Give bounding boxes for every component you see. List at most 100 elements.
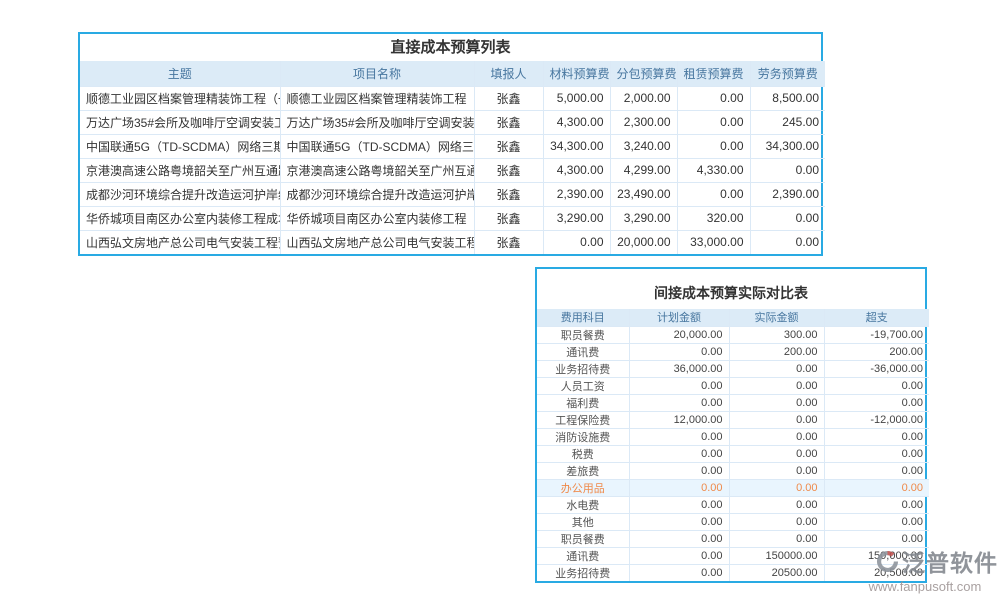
project-link[interactable]: 成都沙河环境综合提升改造运河护岸维修改造 — [280, 182, 474, 206]
subcontract-budget-amount: 23,490.00 — [610, 182, 677, 206]
expense-account-label: 工程保险费 — [537, 411, 629, 428]
lease-budget-amount: 33,000.00 — [677, 230, 750, 254]
subject-link[interactable]: 京港澳高速公路粤境韶关至广州互通路面改造... — [80, 158, 280, 182]
subject-link[interactable]: 万达广场35#会所及咖啡厅空调安装工程工程... — [80, 110, 280, 134]
project-link[interactable]: 京港澳高速公路粤境韶关至广州互通路面改造... — [280, 158, 474, 182]
direct-column-header: 分包预算费 — [610, 61, 677, 86]
indirect-table-header-row: 费用科目计划金额实际金额超支 — [537, 309, 929, 326]
planned-amount: 12,000.00 — [629, 411, 729, 428]
direct-column-header: 租赁预算费 — [677, 61, 750, 86]
subject-link[interactable]: 成都沙河环境综合提升改造运河护岸维修改造... — [80, 182, 280, 206]
expense-account-label: 人员工资 — [537, 377, 629, 394]
planned-amount: 0.00 — [629, 530, 729, 547]
expense-account-label: 通讯费 — [537, 547, 629, 564]
indirect-table-row: 水电费0.000.000.00 — [537, 496, 929, 513]
direct-table-row: 京港澳高速公路粤境韶关至广州互通路面改造...京港澳高速公路粤境韶关至广州互通路… — [80, 158, 825, 182]
reporter-link[interactable]: 张鑫 — [474, 110, 543, 134]
project-link[interactable]: 中国联通5G（TD-SCDMA）网络三期四川工程 — [280, 134, 474, 158]
lease-budget-amount: 0.00 — [677, 182, 750, 206]
actual-amount-link[interactable]: 0.00 — [729, 377, 824, 394]
actual-amount-link[interactable]: 0.00 — [729, 479, 824, 496]
planned-amount: 0.00 — [629, 445, 729, 462]
direct-column-header: 材料预算费 — [543, 61, 610, 86]
indirect-column-header: 实际金额 — [729, 309, 824, 326]
indirect-table-row: 通讯费0.00200.00200.00 — [537, 343, 929, 360]
material-budget-amount: 4,300.00 — [543, 158, 610, 182]
material-budget-amount: 0.00 — [543, 230, 610, 254]
reporter-link[interactable]: 张鑫 — [474, 158, 543, 182]
indirect-table-row: 差旅费0.000.000.00 — [537, 462, 929, 479]
expense-account-label: 职员餐费 — [537, 530, 629, 547]
project-link[interactable]: 山西弘文房地产总公司电气安装工程 — [280, 230, 474, 254]
expense-account-label: 税费 — [537, 445, 629, 462]
overspend-amount: 0.00 — [824, 462, 929, 479]
indirect-table-row: 人员工资0.000.000.00 — [537, 377, 929, 394]
direct-table-header-row: 主题项目名称填报人材料预算费分包预算费租赁预算费劳务预算费 — [80, 61, 825, 86]
reporter-link[interactable]: 张鑫 — [474, 230, 543, 254]
actual-amount-link[interactable]: 200.00 — [729, 343, 824, 360]
subject-link[interactable]: 顺德工业园区档案管理精装饰工程（一标段）... — [80, 86, 280, 110]
overspend-amount: -36,000.00 — [824, 360, 929, 377]
lease-budget-amount: 0.00 — [677, 86, 750, 110]
expense-account-label: 通讯费 — [537, 343, 629, 360]
fanpu-url-text: www.fanpusoft.com — [852, 579, 998, 594]
actual-amount-link[interactable]: 0.00 — [729, 360, 824, 377]
fanpu-logo-icon — [876, 550, 899, 573]
lease-budget-amount: 0.00 — [677, 134, 750, 158]
material-budget-amount: 4,300.00 — [543, 110, 610, 134]
overspend-amount: 0.00 — [824, 394, 929, 411]
project-link[interactable]: 万达广场35#会所及咖啡厅空调安装工程 — [280, 110, 474, 134]
actual-amount-link[interactable]: 0.00 — [729, 462, 824, 479]
planned-amount: 0.00 — [629, 496, 729, 513]
actual-amount-link[interactable]: 20500.00 — [729, 564, 824, 581]
indirect-column-header: 超支 — [824, 309, 929, 326]
reporter-link[interactable]: 张鑫 — [474, 182, 543, 206]
reporter-link[interactable]: 张鑫 — [474, 206, 543, 230]
actual-amount-link[interactable]: 0.00 — [729, 394, 824, 411]
subcontract-budget-amount: 4,299.00 — [610, 158, 677, 182]
overspend-amount: 0.00 — [824, 496, 929, 513]
direct-table-row: 万达广场35#会所及咖啡厅空调安装工程工程...万达广场35#会所及咖啡厅空调安… — [80, 110, 825, 134]
expense-account-label: 水电费 — [537, 496, 629, 513]
overspend-amount: 0.00 — [824, 445, 929, 462]
reporter-link[interactable]: 张鑫 — [474, 86, 543, 110]
actual-amount-link[interactable]: 0.00 — [729, 513, 824, 530]
subject-link[interactable]: 华侨城项目南区办公室内装修工程成本预算 — [80, 206, 280, 230]
indirect-table-row: 办公用品0.000.000.00 — [537, 479, 929, 496]
planned-amount: 0.00 — [629, 479, 729, 496]
project-link[interactable]: 华侨城项目南区办公室内装修工程 — [280, 206, 474, 230]
direct-column-header: 项目名称 — [280, 61, 474, 86]
subject-link[interactable]: 中国联通5G（TD-SCDMA）网络三期四川工... — [80, 134, 280, 158]
direct-column-header: 劳务预算费 — [750, 61, 825, 86]
indirect-cost-table: 费用科目计划金额实际金额超支 职员餐费20,000.00300.00-19,70… — [537, 309, 929, 581]
labor-budget-amount: 0.00 — [750, 206, 825, 230]
indirect-column-header: 计划金额 — [629, 309, 729, 326]
material-budget-amount: 5,000.00 — [543, 86, 610, 110]
actual-amount-link[interactable]: 0.00 — [729, 445, 824, 462]
indirect-table-title: 间接成本预算实际对比表 — [537, 269, 925, 309]
subject-link[interactable]: 山西弘文房地产总公司电气安装工程预算（续） — [80, 230, 280, 254]
expense-account-label: 福利费 — [537, 394, 629, 411]
expense-account-label: 办公用品 — [537, 479, 629, 496]
planned-amount: 0.00 — [629, 377, 729, 394]
actual-amount-link[interactable]: 0.00 — [729, 496, 824, 513]
actual-amount-link[interactable]: 300.00 — [729, 326, 824, 343]
direct-column-header: 填报人 — [474, 61, 543, 86]
lease-budget-amount: 320.00 — [677, 206, 750, 230]
actual-amount-link[interactable]: 0.00 — [729, 411, 824, 428]
direct-cost-budget-panel: 直接成本预算列表 主题项目名称填报人材料预算费分包预算费租赁预算费劳务预算费 顺… — [78, 32, 823, 256]
actual-amount-link[interactable]: 0.00 — [729, 428, 824, 445]
subcontract-budget-amount: 3,290.00 — [610, 206, 677, 230]
expense-account-label: 消防设施费 — [537, 428, 629, 445]
reporter-link[interactable]: 张鑫 — [474, 134, 543, 158]
labor-budget-amount: 0.00 — [750, 230, 825, 254]
expense-account-label: 业务招待费 — [537, 360, 629, 377]
actual-amount-link[interactable]: 150000.00 — [729, 547, 824, 564]
planned-amount: 0.00 — [629, 428, 729, 445]
planned-amount: 0.00 — [629, 343, 729, 360]
direct-table-row: 顺德工业园区档案管理精装饰工程（一标段）...顺德工业园区档案管理精装饰工程（一… — [80, 86, 825, 110]
actual-amount-link[interactable]: 0.00 — [729, 530, 824, 547]
labor-budget-amount: 34,300.00 — [750, 134, 825, 158]
direct-table-title: 直接成本预算列表 — [80, 34, 821, 61]
project-link[interactable]: 顺德工业园区档案管理精装饰工程（一标段） — [280, 86, 474, 110]
